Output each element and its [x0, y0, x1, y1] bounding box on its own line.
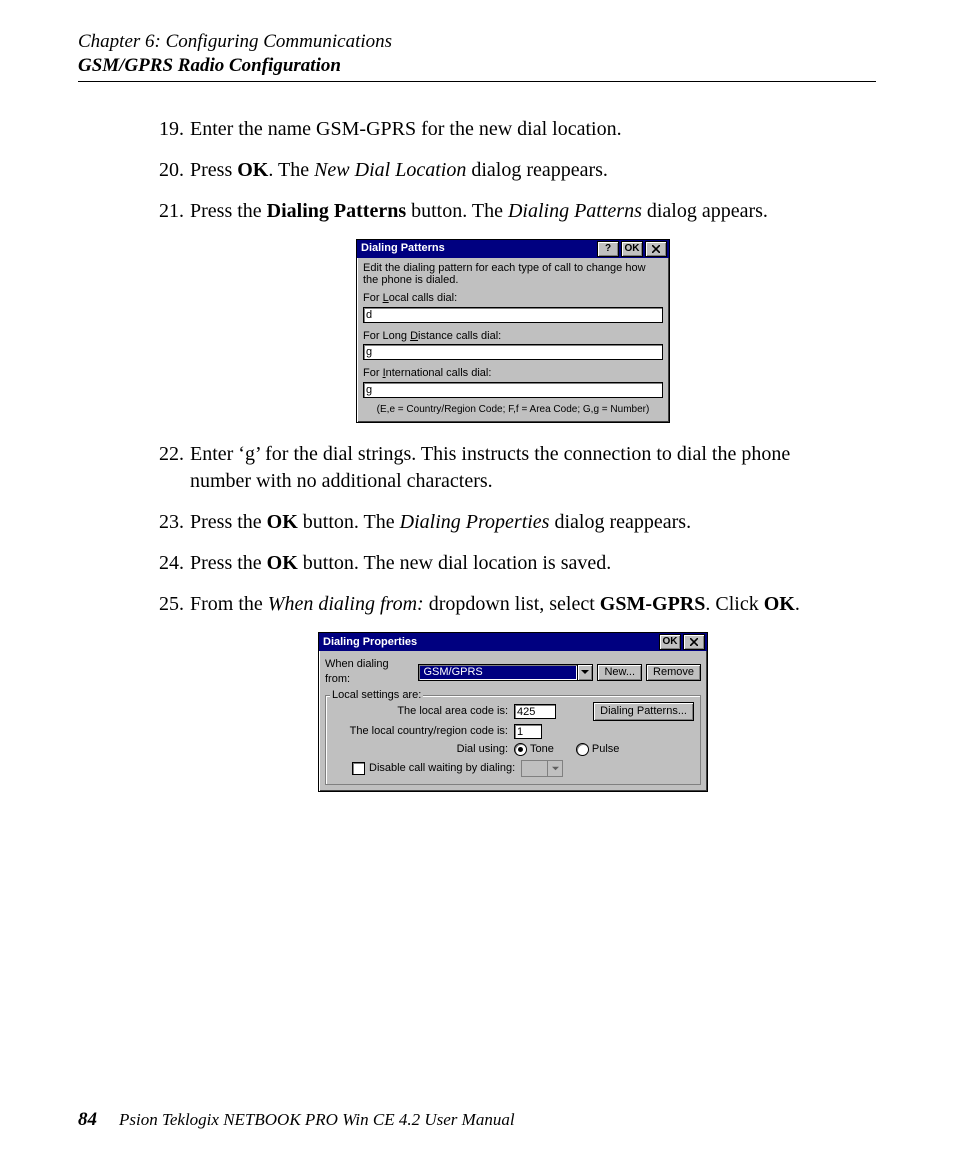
area-code-label: The local area code is:: [332, 704, 514, 719]
title-bar: Dialing Patterns ? OK: [357, 240, 669, 258]
dialing-patterns-dialog: Dialing Patterns ? OK Edit the dialing p…: [356, 239, 670, 424]
long-distance-label: For Long Distance calls dial:: [363, 329, 663, 344]
dialog-body: Edit the dialing pattern for each type o…: [357, 258, 669, 423]
combo-dropdown-button[interactable]: [577, 664, 593, 681]
tone-radio[interactable]: [514, 743, 527, 756]
long-distance-input[interactable]: [363, 344, 663, 360]
help-button[interactable]: ?: [597, 241, 619, 257]
page-footer: 84 Psion Teklogix NETBOOK PRO Win CE 4.2…: [78, 1109, 876, 1131]
step-23: 23. Press the OK button. The Dialing Pro…: [150, 509, 876, 536]
page-header: Chapter 6: Configuring Communications GS…: [78, 30, 876, 82]
instruction-list: 19. Enter the name GSM-GPRS for the new …: [78, 116, 876, 792]
step-text: Press the OK button. The new dial locati…: [190, 550, 876, 577]
dialing-properties-dialog: Dialing Properties OK When dialing from:…: [318, 632, 708, 792]
close-icon: [652, 245, 660, 253]
legend-text: (E,e = Country/Region Code; F,f = Area C…: [363, 404, 663, 416]
book-title: Psion Teklogix NETBOOK PRO Win CE 4.2 Us…: [119, 1110, 515, 1130]
section-title: GSM/GPRS Radio Configuration: [78, 54, 876, 78]
step-text: Enter the name GSM-GPRS for the new dial…: [190, 116, 876, 143]
chevron-down-icon: [552, 765, 559, 772]
page-number: 84: [78, 1109, 97, 1131]
ok-button[interactable]: OK: [659, 634, 681, 650]
tone-label: Tone: [530, 742, 554, 757]
disable-cw-combo: [521, 760, 563, 777]
local-calls-input[interactable]: [363, 307, 663, 323]
step-number: 25.: [150, 591, 184, 618]
step-number: 22.: [150, 441, 184, 495]
step-22: 22. Enter ‘g’ for the dial strings. This…: [150, 441, 876, 495]
chevron-down-icon: [581, 668, 589, 676]
disable-cw-label: Disable call waiting by dialing:: [369, 761, 515, 776]
group-title: Local settings are:: [330, 688, 423, 703]
close-icon: [690, 638, 698, 646]
disable-cw-checkbox[interactable]: [352, 762, 365, 775]
close-button[interactable]: [645, 241, 667, 257]
area-code-input[interactable]: [514, 704, 556, 719]
international-label: For International calls dial:: [363, 366, 663, 381]
figure-dialing-properties: Dialing Properties OK When dialing from:…: [150, 632, 876, 792]
country-code-row: The local country/region code is:: [332, 724, 694, 739]
document-page: Chapter 6: Configuring Communications GS…: [0, 0, 954, 1159]
step-text: Press OK. The New Dial Location dialog r…: [190, 157, 876, 184]
dialog-title: Dialing Properties: [323, 635, 657, 650]
step-19: 19. Enter the name GSM-GPRS for the new …: [150, 116, 876, 143]
area-code-row: The local area code is: Dialing Patterns…: [332, 702, 694, 721]
local-settings-group: Local settings are: The local area code …: [325, 695, 701, 785]
dialing-patterns-button[interactable]: Dialing Patterns...: [593, 702, 694, 721]
pulse-label: Pulse: [592, 742, 620, 757]
ok-button[interactable]: OK: [621, 241, 643, 257]
step-24: 24. Press the OK button. The new dial lo…: [150, 550, 876, 577]
step-text: Enter ‘g’ for the dial strings. This ins…: [190, 441, 876, 495]
step-number: 19.: [150, 116, 184, 143]
pulse-radio[interactable]: [576, 743, 589, 756]
step-text: From the When dialing from: dropdown lis…: [190, 591, 876, 618]
country-code-input[interactable]: [514, 724, 542, 739]
step-number: 21.: [150, 198, 184, 225]
step-number: 20.: [150, 157, 184, 184]
country-code-label: The local country/region code is:: [332, 724, 514, 739]
dialog-title: Dialing Patterns: [361, 241, 595, 256]
step-text: Press the OK button. The Dialing Propert…: [190, 509, 876, 536]
figure-dialing-patterns: Dialing Patterns ? OK Edit the dialing p…: [150, 239, 876, 424]
new-button[interactable]: New...: [597, 664, 642, 681]
local-calls-label: For Local calls dial:: [363, 291, 663, 306]
when-dialing-combo[interactable]: GSM/GPRS: [418, 664, 578, 681]
step-number: 23.: [150, 509, 184, 536]
step-25: 25. From the When dialing from: dropdown…: [150, 591, 876, 618]
disable-call-waiting-row: Disable call waiting by dialing:: [332, 760, 694, 777]
dialog-body: When dialing from: GSM/GPRS New... Remov…: [319, 651, 707, 791]
dial-using-label: Dial using:: [332, 742, 514, 757]
remove-button[interactable]: Remove: [646, 664, 701, 681]
when-dialing-label: When dialing from:: [325, 657, 412, 687]
international-input[interactable]: [363, 382, 663, 398]
chapter-title: Chapter 6: Configuring Communications: [78, 30, 876, 54]
step-text: Press the Dialing Patterns button. The D…: [190, 198, 876, 225]
step-number: 24.: [150, 550, 184, 577]
instruction-text: Edit the dialing pattern for each type o…: [363, 262, 663, 287]
step-20: 20. Press OK. The New Dial Location dial…: [150, 157, 876, 184]
combo-selected: GSM/GPRS: [420, 666, 576, 679]
dial-using-row: Dial using: Tone Pulse: [332, 742, 694, 757]
when-dialing-row: When dialing from: GSM/GPRS New... Remov…: [325, 657, 701, 687]
close-button[interactable]: [683, 634, 705, 650]
title-bar: Dialing Properties OK: [319, 633, 707, 651]
step-21: 21. Press the Dialing Patterns button. T…: [150, 198, 876, 225]
